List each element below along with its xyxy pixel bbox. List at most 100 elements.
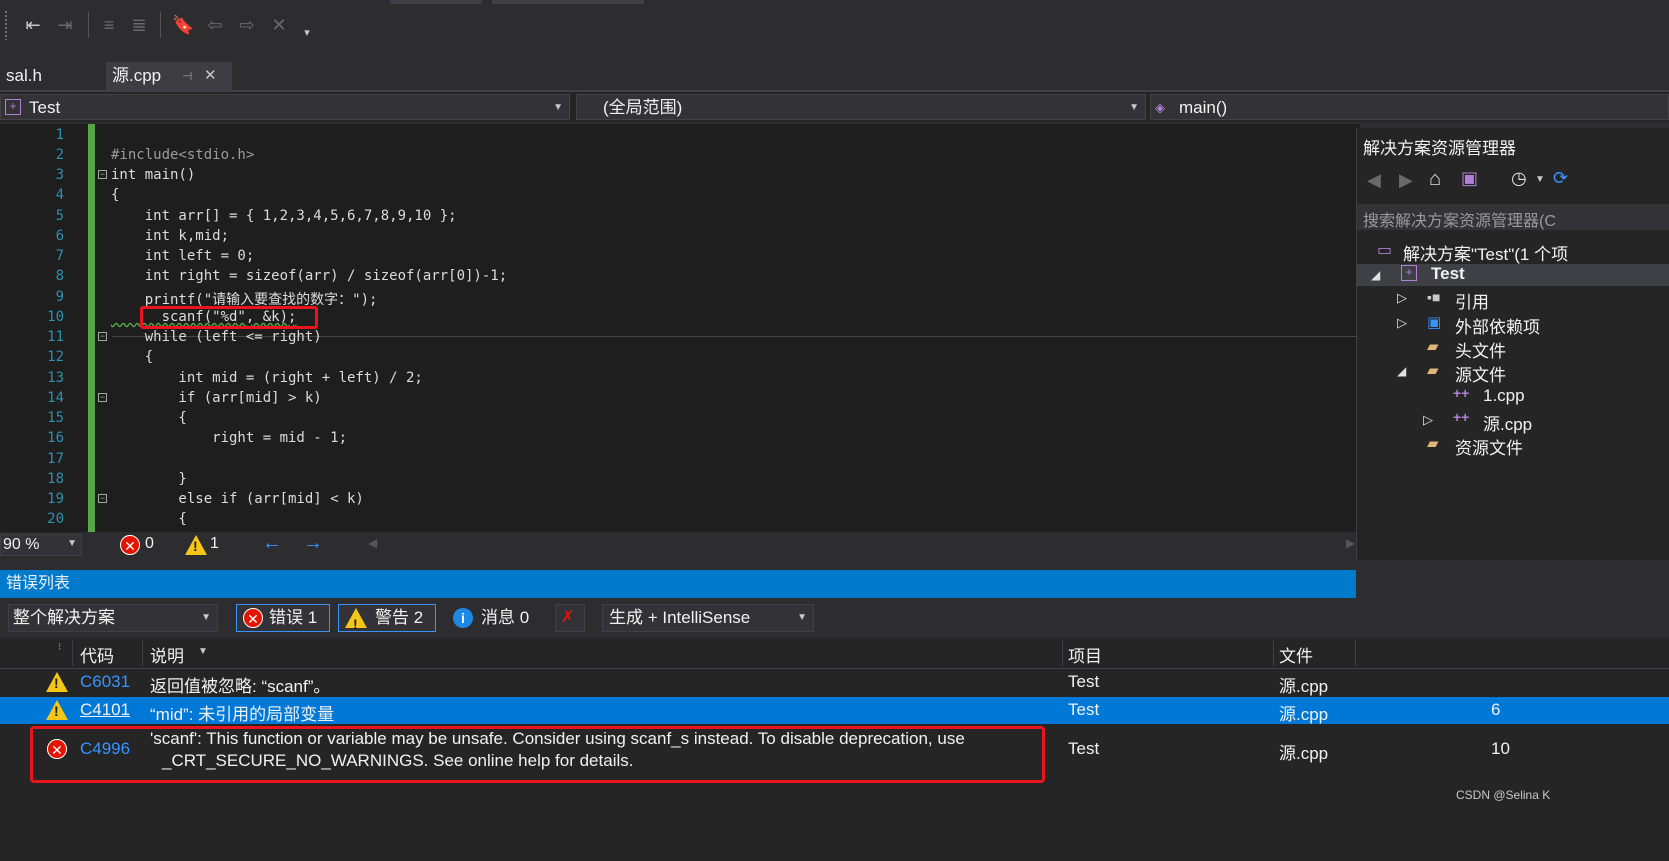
chevron-down-icon: ▼ <box>553 102 563 113</box>
scroll-right-icon[interactable]: ▶ <box>1346 536 1355 550</box>
toolbar-grip[interactable] <box>4 10 8 40</box>
error-project: Test <box>1068 739 1100 758</box>
project-dropdown[interactable]: + Test ▼ <box>0 94 570 120</box>
switch-views-icon[interactable]: ▣ <box>1461 168 1478 189</box>
back-icon[interactable]: ◀ <box>1367 170 1381 191</box>
prev-bookmark-icon[interactable]: ⇦ <box>204 14 226 36</box>
references-icon: ▪■ <box>1427 289 1441 305</box>
code-line: int arr[] = { 1,2,3,4,5,6,7,8,9,10 }; <box>111 208 457 224</box>
code-line: else if (arr[mid] < k) <box>111 491 364 507</box>
next-bookmark-icon[interactable]: ⇨ <box>236 14 258 36</box>
scope-name: (全局范围) <box>603 98 683 117</box>
history-icon[interactable]: ◷ <box>1511 168 1527 189</box>
zoom-dropdown[interactable]: 90 % ▼ <box>0 534 82 556</box>
scope-dropdown[interactable]: (全局范围) ▼ <box>576 94 1146 120</box>
error-project: Test <box>1068 700 1100 719</box>
arrow-right-icon[interactable]: → <box>303 532 323 555</box>
forward-icon[interactable]: ▶ <box>1399 170 1413 191</box>
code-line: int mid = (right + left) / 2; <box>111 370 423 386</box>
comment-icon[interactable]: ≡ <box>98 14 120 36</box>
tree-item-solution[interactable]: 解决方案"Test"(1 个项 <box>1403 240 1568 265</box>
collapsed-icon[interactable]: ▷ <box>1397 315 1407 331</box>
clear-filter-button[interactable]: ✗ <box>555 604 585 632</box>
line-number: 15 <box>47 410 64 426</box>
bookmark-icon[interactable]: 🔖 <box>172 14 194 36</box>
sync-icon[interactable]: ⟳ <box>1553 168 1568 189</box>
collapse-icon[interactable]: − <box>98 393 107 402</box>
error-list-toolbar: 整个解决方案 ▼ ✕ 错误 1 ! 警告 2 i 消息 0 ✗ 生成 + Int… <box>0 598 1356 638</box>
line-number: 10 <box>47 309 64 325</box>
collapse-icon[interactable]: − <box>98 332 107 341</box>
search-input[interactable]: 搜索解决方案资源管理器(C <box>1357 204 1669 230</box>
code-line: if (arr[mid] > k) <box>111 390 322 406</box>
tree-item-project[interactable]: Test <box>1431 264 1465 284</box>
scroll-left-icon[interactable]: ◀ <box>368 536 377 550</box>
cpp-file-icon: ++ <box>1453 409 1470 425</box>
pin-icon[interactable]: ⊣ <box>182 62 192 90</box>
column-header-project[interactable]: 项目 <box>1068 642 1102 667</box>
code-editor[interactable]: 1 2 3 4 5 6 7 8 9 10 11 12 13 14 15 16 1… <box>0 124 1360 532</box>
close-icon[interactable]: ✕ <box>204 62 217 90</box>
error-list-title: 错误列表 <box>6 575 71 592</box>
member-dropdown[interactable]: ◈ main() <box>1150 94 1669 120</box>
scope-filter-dropdown[interactable]: 整个解决方案 ▼ <box>8 604 218 632</box>
project-icon: + <box>1401 265 1417 281</box>
search-placeholder: 搜索解决方案资源管理器(C <box>1363 213 1556 230</box>
expanded-icon[interactable]: ◢ <box>1397 364 1406 378</box>
table-row-selected[interactable]: ! C4101 “mid”: 未引用的局部变量 Test 源.cpp 6 <box>0 697 1669 724</box>
warnings-filter-button[interactable]: ! 警告 2 <box>338 604 436 632</box>
collapse-icon[interactable]: − <box>98 494 107 503</box>
column-header-file[interactable]: 文件 <box>1279 642 1313 667</box>
line-number: 12 <box>47 349 64 365</box>
line-number: 14 <box>47 390 64 406</box>
chevron-down-icon[interactable]: ▼ <box>1535 174 1545 185</box>
column-header-description[interactable]: 说明 <box>150 642 184 667</box>
collapsed-icon[interactable]: ▷ <box>1397 290 1407 306</box>
home-icon[interactable]: ⌂ <box>1429 168 1441 191</box>
error-count[interactable]: 0 <box>145 535 154 553</box>
tree-item-header-files[interactable]: 头文件 <box>1455 337 1506 362</box>
error-icon: ✕ <box>120 535 140 555</box>
clear-bookmarks-icon[interactable]: ✕ <box>268 14 290 36</box>
code-line: int right = sizeof(arr) / sizeof(arr[0])… <box>111 268 508 284</box>
outdent-icon[interactable]: ⇥ <box>54 14 76 36</box>
watermark: CSDN @Selina K <box>1456 788 1551 802</box>
expanded-icon[interactable]: ◢ <box>1371 268 1380 282</box>
tab-sal-h[interactable]: sal.h <box>0 62 48 90</box>
indent-icon[interactable]: ⇤ <box>22 14 44 36</box>
build-filter-value: 生成 + IntelliSense <box>609 608 751 627</box>
warning-count[interactable]: 1 <box>210 535 219 553</box>
arrow-left-icon[interactable]: ← <box>262 532 282 555</box>
tab-label: 源.cpp <box>112 66 162 85</box>
uncomment-icon[interactable]: ≣ <box>128 14 150 36</box>
error-code-link[interactable]: C4101 <box>80 700 130 720</box>
tab-label: sal.h <box>6 66 42 85</box>
external-deps-icon: ▣ <box>1427 314 1442 331</box>
collapse-icon[interactable]: − <box>98 170 107 179</box>
table-row[interactable]: ! C6031 返回值被忽略: “scanf”。 Test 源.cpp <box>0 668 1669 697</box>
messages-filter-button[interactable]: i 消息 0 <box>446 604 542 632</box>
error-file: 源.cpp <box>1279 705 1329 724</box>
tab-source-cpp[interactable]: 源.cpp ⊣ ✕ <box>106 62 232 90</box>
error-code-link[interactable]: C6031 <box>80 672 130 692</box>
column-chooser-icon[interactable]: ⁝ <box>58 642 61 653</box>
toolbar-overflow-icon[interactable]: ▾ <box>296 22 318 44</box>
tree-item-external-deps[interactable]: 外部依赖项 <box>1455 313 1540 338</box>
line-number: 17 <box>47 451 64 467</box>
errors-filter-label: 错误 1 <box>269 608 318 627</box>
warning-icon: ! <box>185 535 207 555</box>
tree-item-file[interactable]: 源.cpp <box>1483 410 1532 435</box>
errors-filter-button[interactable]: ✕ 错误 1 <box>236 604 330 632</box>
code-line: { <box>111 187 120 203</box>
collapsed-icon[interactable]: ▷ <box>1423 412 1433 428</box>
line-number-gutter: 1 2 3 4 5 6 7 8 9 10 11 12 13 14 15 16 1… <box>0 124 70 532</box>
build-filter-dropdown[interactable]: 生成 + IntelliSense ▼ <box>602 604 814 632</box>
project-name: Test <box>29 98 61 117</box>
tree-item-references[interactable]: 引用 <box>1455 288 1489 313</box>
tree-item-resource-files[interactable]: 资源文件 <box>1455 434 1523 459</box>
scanf-highlight-box <box>140 306 318 329</box>
tree-item-source-files[interactable]: 源文件 <box>1455 361 1506 386</box>
tree-item-file[interactable]: 1.cpp <box>1483 386 1525 406</box>
column-header-code[interactable]: 代码 <box>80 642 114 667</box>
navigation-bar: + Test ▼ (全局范围) ▼ ◈ main() <box>0 92 1669 122</box>
